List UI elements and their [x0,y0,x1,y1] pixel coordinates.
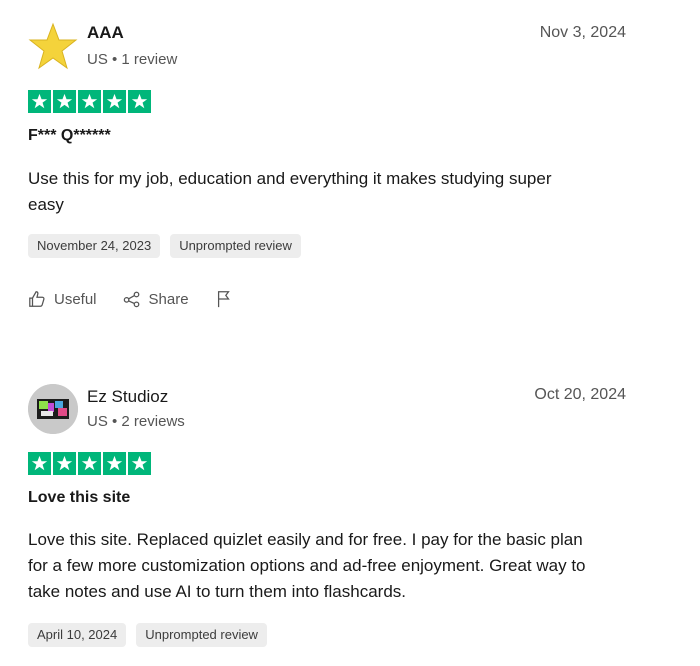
rating-star-icon [28,452,51,475]
review-title[interactable]: F*** Q****** [28,127,111,145]
share-label: Share [148,290,189,308]
review-title[interactable]: Love this site [28,489,130,507]
experience-date-tag: April 10, 2024 [28,623,127,647]
rating-star-icon [28,90,51,113]
thumbs-up-icon [29,291,45,307]
rating-star-icon [53,90,76,113]
avatar[interactable] [28,384,78,434]
review-tags: November 24, 2023 Unprompted review [28,234,301,258]
unprompted-review-tag[interactable]: Unprompted review [136,623,267,647]
useful-button[interactable]: Useful [28,290,97,308]
share-button[interactable]: Share [123,290,189,308]
share-icon [123,291,139,308]
rating-star-icon [128,452,151,475]
useful-label: Useful [54,290,97,308]
star-icon [28,22,78,72]
reviewer-name[interactable]: AAA [87,23,124,43]
review-tags: April 10, 2024 Unprompted review [28,623,267,647]
review-actions: Useful Share [28,290,233,308]
flag-icon [217,291,230,308]
rating-star-icon [128,90,151,113]
star-rating [28,452,151,475]
rating-star-icon [53,452,76,475]
rating-star-icon [103,90,126,113]
reviewer-meta: US • 1 review [87,51,178,68]
reviewer-meta: US • 2 reviews [87,413,185,430]
review-date: Oct 20, 2024 [534,386,626,403]
review-body: Use this for my job, education and every… [28,169,552,214]
rating-star-icon [78,452,101,475]
reviewer-name[interactable]: Ez Studioz [87,387,168,407]
experience-date-tag: November 24, 2023 [28,234,161,258]
rating-star-icon [103,452,126,475]
star-rating [28,90,151,113]
review-date: Nov 3, 2024 [539,24,626,41]
review-body: Love this site. Replaced quizlet easily … [28,530,586,601]
unprompted-review-tag[interactable]: Unprompted review [170,234,301,258]
report-button[interactable] [215,290,233,308]
rating-star-icon [78,90,101,113]
